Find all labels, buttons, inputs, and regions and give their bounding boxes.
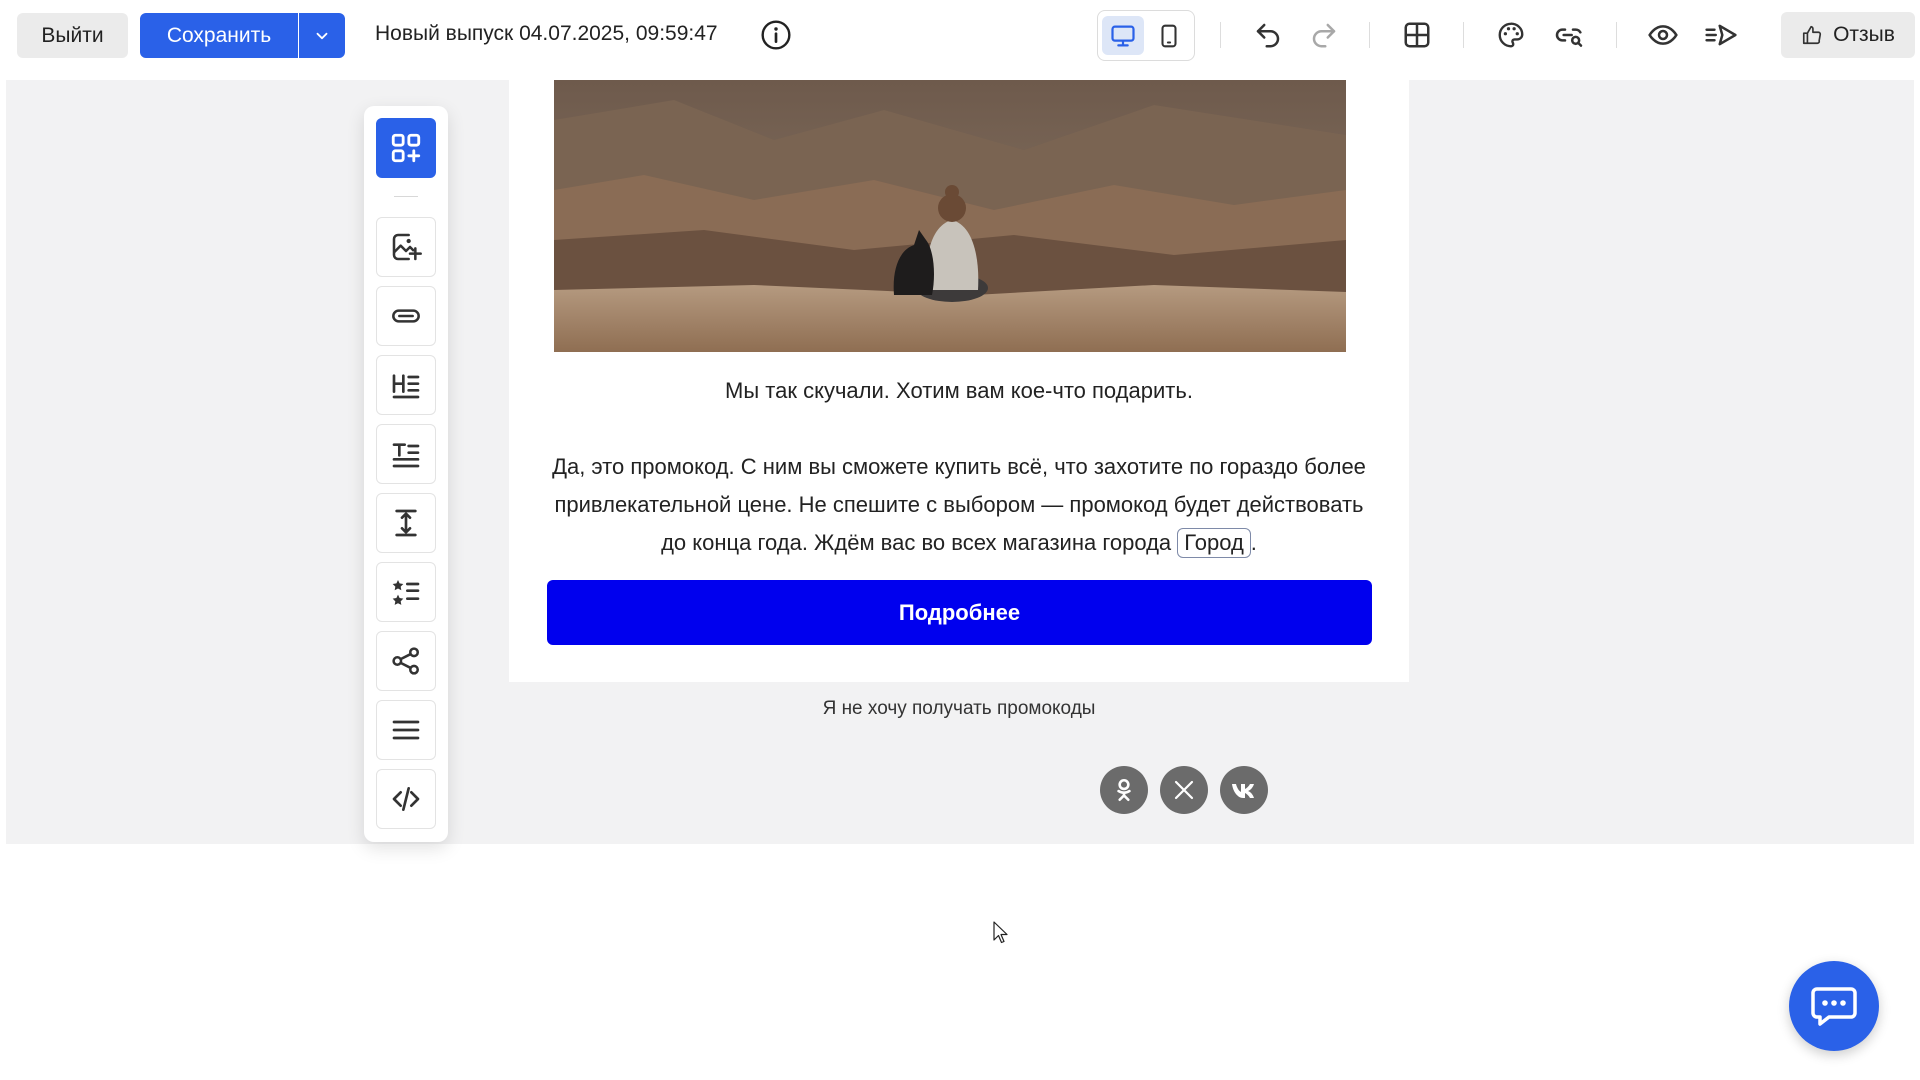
vk-icon[interactable] — [1220, 766, 1268, 814]
spacer-block-button[interactable] — [376, 493, 436, 553]
list-block-button[interactable] — [376, 562, 436, 622]
code-icon — [392, 787, 420, 811]
link-search-icon — [1555, 28, 1583, 47]
text-block-icon — [392, 443, 420, 468]
save-button[interactable]: Сохранить — [140, 13, 298, 58]
structure-button[interactable] — [1399, 17, 1435, 53]
city-variable-tag[interactable]: Город — [1177, 528, 1251, 558]
email-caption[interactable]: Мы так скучали. Хотим вам кое-что подари… — [509, 378, 1409, 404]
link-check-button[interactable] — [1551, 17, 1587, 53]
hero-image[interactable] — [554, 80, 1346, 352]
preview-button[interactable] — [1645, 17, 1681, 53]
email-body-text[interactable]: Да, это промокод. С ним вы сможете купит… — [544, 448, 1374, 562]
palette-divider — [394, 196, 418, 197]
device-switcher — [1097, 10, 1195, 61]
desktop-icon — [1111, 25, 1135, 46]
desktop-view-button[interactable] — [1102, 16, 1144, 55]
info-icon[interactable] — [759, 18, 793, 52]
undo-button[interactable] — [1250, 17, 1286, 53]
top-toolbar: Выйти Сохранить Новый выпуск 04.07.2025,… — [0, 0, 1920, 70]
blocks-add-icon — [391, 133, 421, 163]
unsubscribe-link[interactable]: Я не хочу получать промокоды — [509, 698, 1409, 720]
palette-icon — [1498, 22, 1524, 48]
toolbar-divider — [1463, 22, 1464, 48]
toolbar-divider — [1220, 22, 1221, 48]
feedback-label: Отзыв — [1833, 23, 1895, 46]
undo-icon — [1256, 23, 1280, 48]
email-body: Мы так скучали. Хотим вам кое-что подари… — [509, 80, 1409, 682]
theme-button[interactable] — [1493, 17, 1529, 53]
html-block-button[interactable] — [376, 769, 436, 829]
ok-icon[interactable] — [1100, 766, 1148, 814]
mobile-view-button[interactable] — [1148, 16, 1190, 55]
toolbar-divider — [1369, 22, 1370, 48]
image-add-icon — [392, 233, 422, 261]
add-block-button[interactable] — [376, 118, 436, 178]
list-star-icon — [392, 580, 420, 605]
editor-canvas: Мы так скучали. Хотим вам кое-что подари… — [6, 80, 1914, 844]
thumbs-up-icon — [1803, 25, 1822, 45]
eye-icon — [1648, 25, 1678, 45]
feedback-button[interactable]: Отзыв — [1781, 12, 1915, 58]
toolbar-divider — [1616, 22, 1617, 48]
redo-button[interactable] — [1306, 17, 1342, 53]
send-icon — [1705, 24, 1737, 46]
text-block-button[interactable] — [376, 424, 436, 484]
send-test-button[interactable] — [1703, 17, 1739, 53]
x-icon[interactable] — [1160, 766, 1208, 814]
chat-icon — [1811, 987, 1857, 1026]
heading-block-button[interactable] — [376, 355, 436, 415]
mobile-icon — [1161, 24, 1177, 47]
chat-widget-button[interactable] — [1789, 961, 1879, 1051]
social-block-button[interactable] — [376, 631, 436, 691]
grid-icon — [1404, 22, 1430, 48]
button-block-icon — [392, 309, 420, 323]
share-icon — [392, 647, 419, 675]
block-palette — [364, 106, 448, 842]
menu-block-button[interactable] — [376, 700, 436, 760]
body-text-tail: . — [1250, 530, 1257, 555]
cta-button[interactable]: Подробнее — [547, 580, 1372, 645]
button-block-button[interactable] — [376, 286, 436, 346]
issue-title: Новый выпуск 04.07.2025, 09:59:47 — [375, 22, 718, 45]
mouse-cursor-icon — [993, 921, 1008, 944]
save-options-button[interactable] — [299, 13, 345, 58]
chevron-down-icon — [316, 32, 328, 39]
spacer-icon — [395, 509, 417, 537]
redo-icon — [1312, 23, 1336, 48]
heading-icon — [392, 374, 420, 399]
image-block-button[interactable] — [376, 217, 436, 277]
social-icons — [1100, 766, 1268, 814]
menu-icon — [392, 720, 420, 740]
exit-button[interactable]: Выйти — [17, 13, 128, 58]
